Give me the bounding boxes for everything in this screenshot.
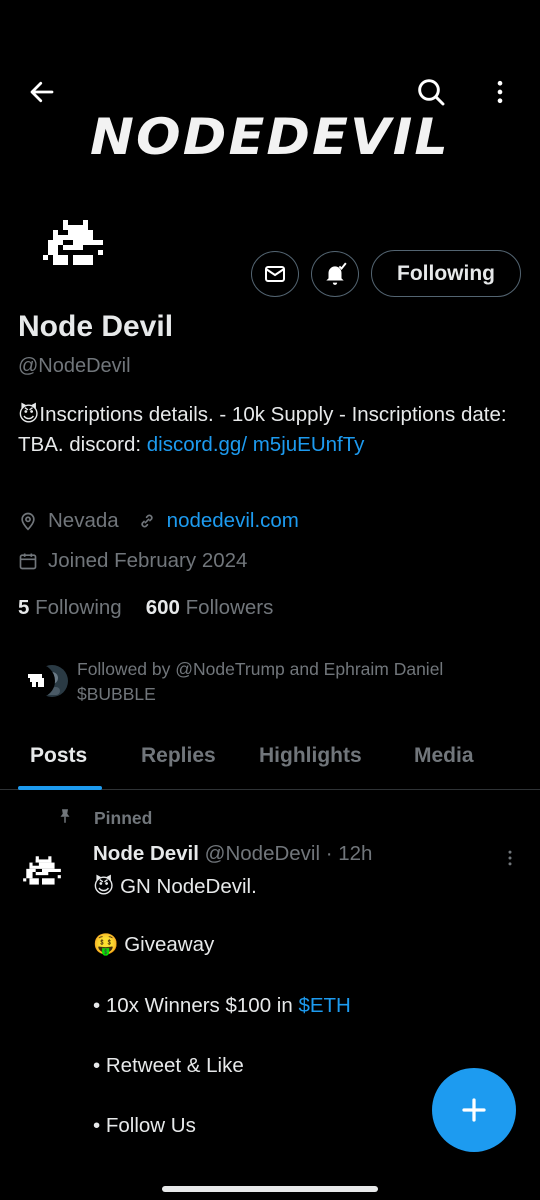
post-line-4: • Retweet & Like [93, 1054, 244, 1077]
following-stat[interactable]: 5 Following [18, 596, 122, 620]
banner-logo: NODEDEVIL [90, 108, 450, 166]
pin-icon [56, 806, 74, 831]
post-line-2: 🤑 Giveaway [93, 933, 215, 956]
notifications-button[interactable] [311, 251, 359, 297]
followed-by[interactable]: Followed by @NodeTrump and Ephraim Danie… [22, 657, 522, 707]
home-indicator[interactable] [162, 1186, 378, 1192]
tab-posts[interactable]: Posts [30, 744, 87, 768]
profile-stats: 5 Following 600 Followers [18, 596, 273, 620]
link-icon [137, 511, 157, 531]
tab-media[interactable]: Media [414, 744, 474, 768]
post-header: Node Devil @NodeDevil · 12h [93, 842, 372, 866]
profile-handle: @NodeDevil [18, 355, 131, 377]
post-author-avatar[interactable] [20, 850, 72, 902]
following-button[interactable]: Following [371, 250, 521, 297]
profile-joined-row: Joined February 2024 [18, 549, 247, 573]
more-button[interactable] [478, 70, 522, 114]
pinned-label: Pinned [56, 806, 152, 831]
tab-replies[interactable]: Replies [141, 744, 216, 768]
mail-icon [265, 266, 285, 282]
calendar-icon [18, 551, 38, 571]
bell-icon [326, 262, 347, 285]
message-button[interactable] [251, 251, 299, 297]
profile-name: Node Devil [18, 310, 174, 343]
post-line-3: • 10x Winners $100 in $ETH [93, 994, 351, 1017]
profile-website-link[interactable]: nodedevil.com [167, 509, 299, 533]
follower-avatars [22, 664, 68, 698]
more-vertical-icon [508, 850, 512, 866]
followers-stat[interactable]: 600 Followers [146, 596, 274, 620]
profile-bio: 😈Inscriptions details. - 10k Supply - In… [18, 400, 518, 460]
more-vertical-icon [497, 80, 503, 104]
search-button[interactable] [409, 70, 453, 114]
pixel-devil-logo [23, 856, 61, 885]
post-line-5: • Follow Us [93, 1114, 196, 1137]
profile-avatar[interactable] [18, 192, 130, 304]
compose-button[interactable] [432, 1068, 516, 1152]
profile-meta-row: Nevada nodedevil.com [18, 509, 299, 533]
eth-cashtag-link[interactable]: $ETH [298, 994, 350, 1017]
bio-emoji: 😈 [18, 403, 40, 426]
active-tab-indicator [18, 786, 102, 790]
post-author-name[interactable]: Node Devil [93, 842, 199, 865]
plus-icon [462, 1098, 486, 1122]
post-author-handle: @NodeDevil · 12h [204, 842, 373, 865]
search-icon [418, 79, 445, 106]
post-more-button[interactable] [500, 846, 520, 875]
profile-location: Nevada [48, 509, 119, 532]
profile-tabs: Posts Replies Highlights Media [0, 732, 540, 790]
tab-highlights[interactable]: Highlights [259, 744, 362, 768]
pixel-devil-logo [43, 220, 103, 265]
followed-by-text: Followed by @NodeTrump and Ephraim Danie… [77, 659, 444, 704]
post-line-1: 😈 GN NodeDevil. [93, 875, 257, 898]
profile-joined: Joined February 2024 [48, 549, 248, 572]
arrow-left-icon [30, 81, 54, 103]
back-button[interactable] [20, 70, 64, 114]
location-icon [18, 511, 38, 531]
bio-discord-link[interactable]: discord.gg/ m5juEUnfTy [147, 433, 365, 456]
